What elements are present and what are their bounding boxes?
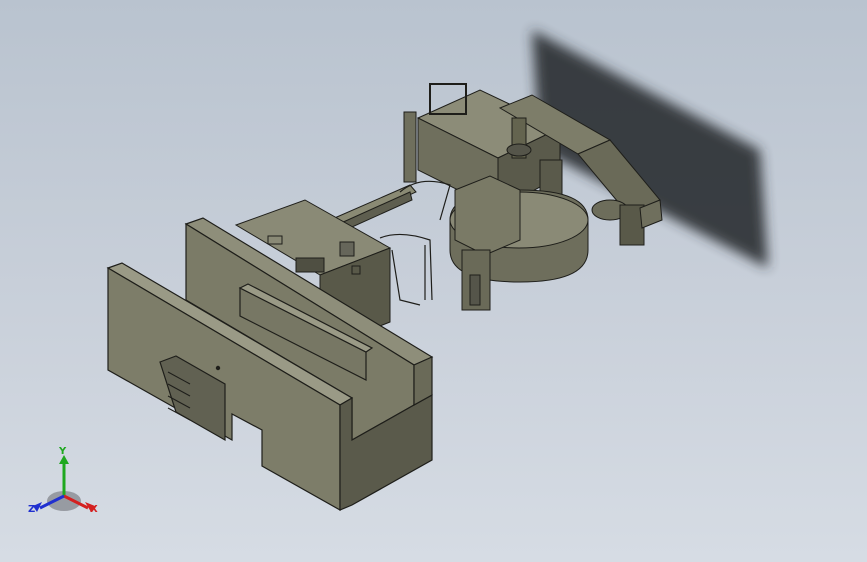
graphics-viewport[interactable]: Y X Z [0,0,867,562]
rotary-drum[interactable] [449,175,589,311]
x-axis-label: X [90,504,98,515]
orientation-triad[interactable]: Y X Z [22,446,106,526]
z-axis-label: Z [28,504,36,515]
y-axis-label: Y [59,446,67,457]
model-scene[interactable] [0,0,867,562]
